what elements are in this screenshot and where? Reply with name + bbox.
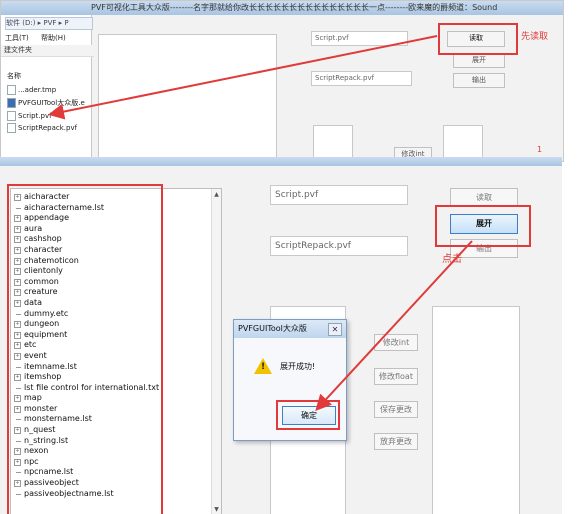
arrow-to-script-file (48, 35, 438, 120)
annotation-arrows (48, 35, 473, 411)
arrow-to-ok-button (315, 240, 473, 411)
